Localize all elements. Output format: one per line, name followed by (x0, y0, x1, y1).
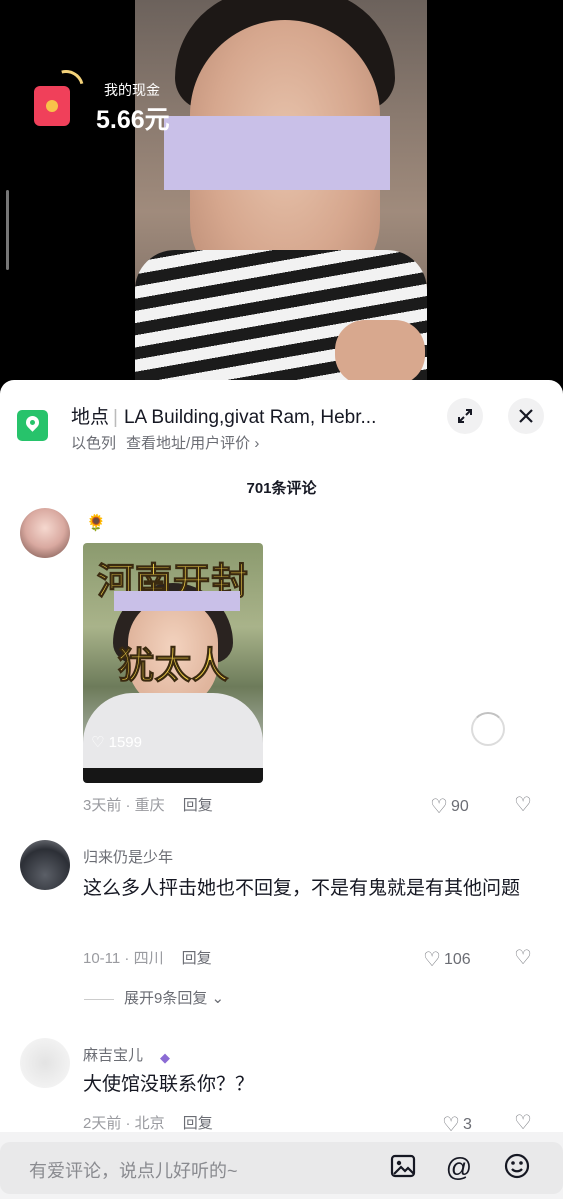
like-button[interactable]: ♡ 90 (430, 794, 469, 819)
comment-sheet: 地点 | LA Building,givat Ram, Hebr... 以色列 查看地… (0, 380, 563, 1199)
close-button[interactable] (508, 398, 544, 434)
location-country: 以色列 (71, 435, 117, 452)
close-icon (519, 409, 533, 423)
dislike-icon[interactable]: ♡ (514, 792, 532, 817)
video-frame (135, 0, 427, 385)
comment-input-placeholder[interactable]: 有爱评论，说点儿好听的~ (29, 1157, 238, 1183)
cash-value: 5.66元 (96, 106, 170, 134)
comment-text: 大使馆没联系你？？ (83, 1074, 255, 1095)
expand-icon (458, 409, 472, 423)
avatar[interactable] (20, 1038, 70, 1088)
comment-meta: 3天前 · 重庆 回复 (83, 794, 213, 815)
reaction-sticker-icon: ◆ (160, 1050, 170, 1065)
location-separator: | (113, 407, 118, 428)
expand-divider (84, 998, 114, 1000)
reply-button[interactable]: 回复 (183, 797, 213, 814)
expand-replies-label: 展开9条回复 (124, 990, 208, 1007)
chevron-down-icon: ⌄ (211, 990, 225, 1007)
comment-author[interactable]: 麻吉宝儿 (83, 1044, 143, 1065)
censor-bar (164, 116, 390, 190)
comment-time-place: 2天前 · 北京 (83, 1115, 165, 1132)
video-thumbnail[interactable]: 河南开封 犹太人 ♡ 1599 (83, 543, 263, 783)
video-subject-hand (335, 320, 425, 385)
comment-meta: 2天前 · 北京 回复 (83, 1112, 213, 1133)
dislike-icon[interactable]: ♡ (514, 945, 532, 970)
location-name: LA Building,givat Ram, Hebr... (123, 407, 377, 428)
red-envelope-icon[interactable] (34, 86, 70, 126)
like-button[interactable]: ♡ 106 (423, 947, 471, 972)
comment-input-bar: 有爱评论，说点儿好听的~ @ (0, 1132, 563, 1199)
image-icon[interactable] (388, 1152, 418, 1182)
loading-spinner-icon (471, 712, 505, 746)
thumbnail-bottom-strip (83, 768, 263, 783)
expand-button[interactable] (447, 398, 483, 434)
heart-icon: ♡ (423, 949, 441, 971)
comment-meta: 10-11 · 四川 回复 (83, 947, 212, 968)
location-pin-icon[interactable] (17, 410, 48, 441)
like-count: 90 (450, 798, 469, 815)
like-count: 3 (462, 1116, 472, 1133)
avatar[interactable] (20, 840, 70, 890)
comment-time-place: 10-11 · 四川 (83, 950, 164, 967)
progress-edge (6, 190, 9, 270)
thumbnail-title-line2: 犹太人 (117, 645, 229, 687)
comment-author[interactable]: 归来仍是少年 (83, 846, 173, 867)
video-player[interactable]: 我的现金 5.66元 (0, 0, 563, 385)
comment-time-place: 3天前 · 重庆 (83, 797, 165, 814)
user-badge: 🌻 (86, 515, 106, 532)
heart-icon: ♡ (430, 796, 448, 818)
comment-text: 这么多人抨击她也不回复，不是有鬼就是有其他问题 (83, 878, 521, 899)
location-detail-link[interactable]: 查看地址/用户评价 › (126, 435, 259, 452)
at-icon[interactable]: @ (444, 1152, 474, 1182)
thumbnail-like-count: ♡ 1599 (91, 734, 142, 751)
expand-replies-button[interactable]: 展开9条回复 ⌄ (84, 987, 224, 1008)
like-count: 106 (443, 951, 471, 968)
location-prefix: 地点 (71, 407, 110, 428)
cash-label: 我的现金 (104, 82, 160, 98)
location-subtitle[interactable]: 以色列 查看地址/用户评价 › (71, 432, 259, 453)
reply-button[interactable]: 回复 (183, 1115, 213, 1132)
comment-count: 701条评论 (246, 480, 317, 497)
avatar[interactable] (20, 508, 70, 558)
thumbnail-censor-bar (114, 591, 240, 611)
emoji-icon[interactable] (502, 1152, 532, 1182)
reply-button[interactable]: 回复 (182, 950, 212, 967)
location-title[interactable]: 地点 | LA Building,givat Ram, Hebr... (71, 402, 436, 429)
